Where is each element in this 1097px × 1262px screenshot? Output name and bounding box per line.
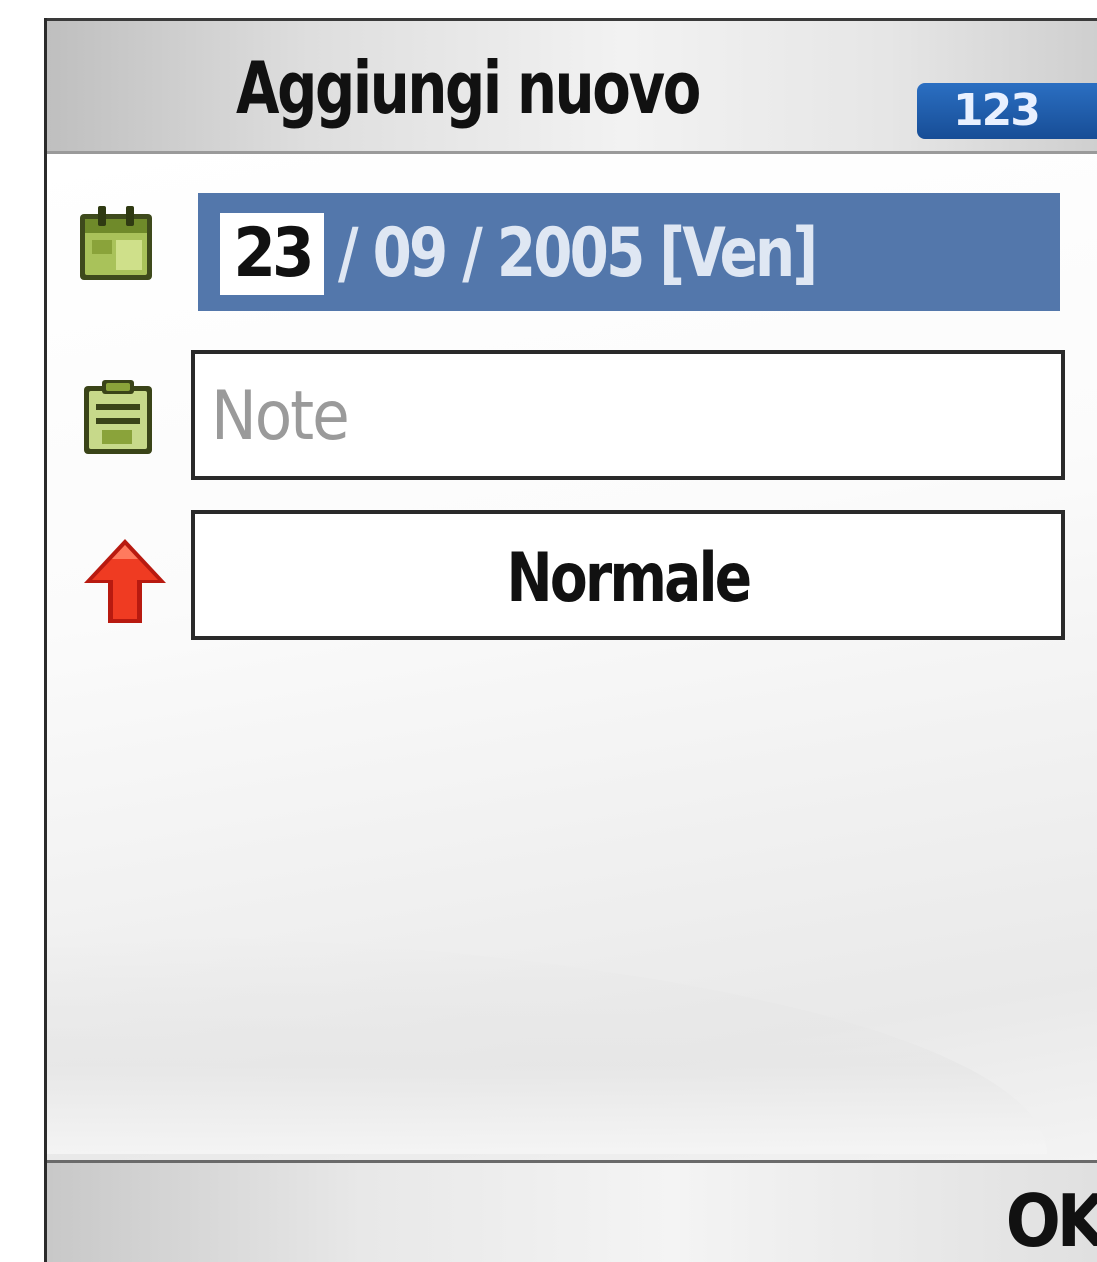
date-day-segment[interactable]: 23 (220, 213, 324, 295)
phone-screen: Aggiungi nuovo 123 23 / 09 / 2005 [Ven] … (0, 0, 1097, 1262)
priority-arrow-icon (84, 539, 166, 623)
background-swoosh (47, 934, 1047, 1154)
priority-value: Normale (506, 539, 753, 618)
note-input[interactable]: Note (191, 350, 1065, 480)
priority-selector[interactable]: Normale (191, 510, 1065, 640)
calendar-icon (80, 206, 152, 280)
memo-icon (84, 380, 152, 454)
softkey-bar: OK (47, 1160, 1097, 1262)
input-mode-badge: 123 (917, 83, 1097, 139)
date-field[interactable]: 23 / 09 / 2005 [Ven] (198, 193, 1060, 311)
note-placeholder: Note (211, 377, 350, 456)
ok-softkey[interactable]: OK (1006, 1181, 1097, 1261)
page-title: Aggiungi nuovo (236, 46, 701, 130)
date-rest-segments[interactable]: / 09 / 2005 [Ven] (338, 213, 818, 295)
